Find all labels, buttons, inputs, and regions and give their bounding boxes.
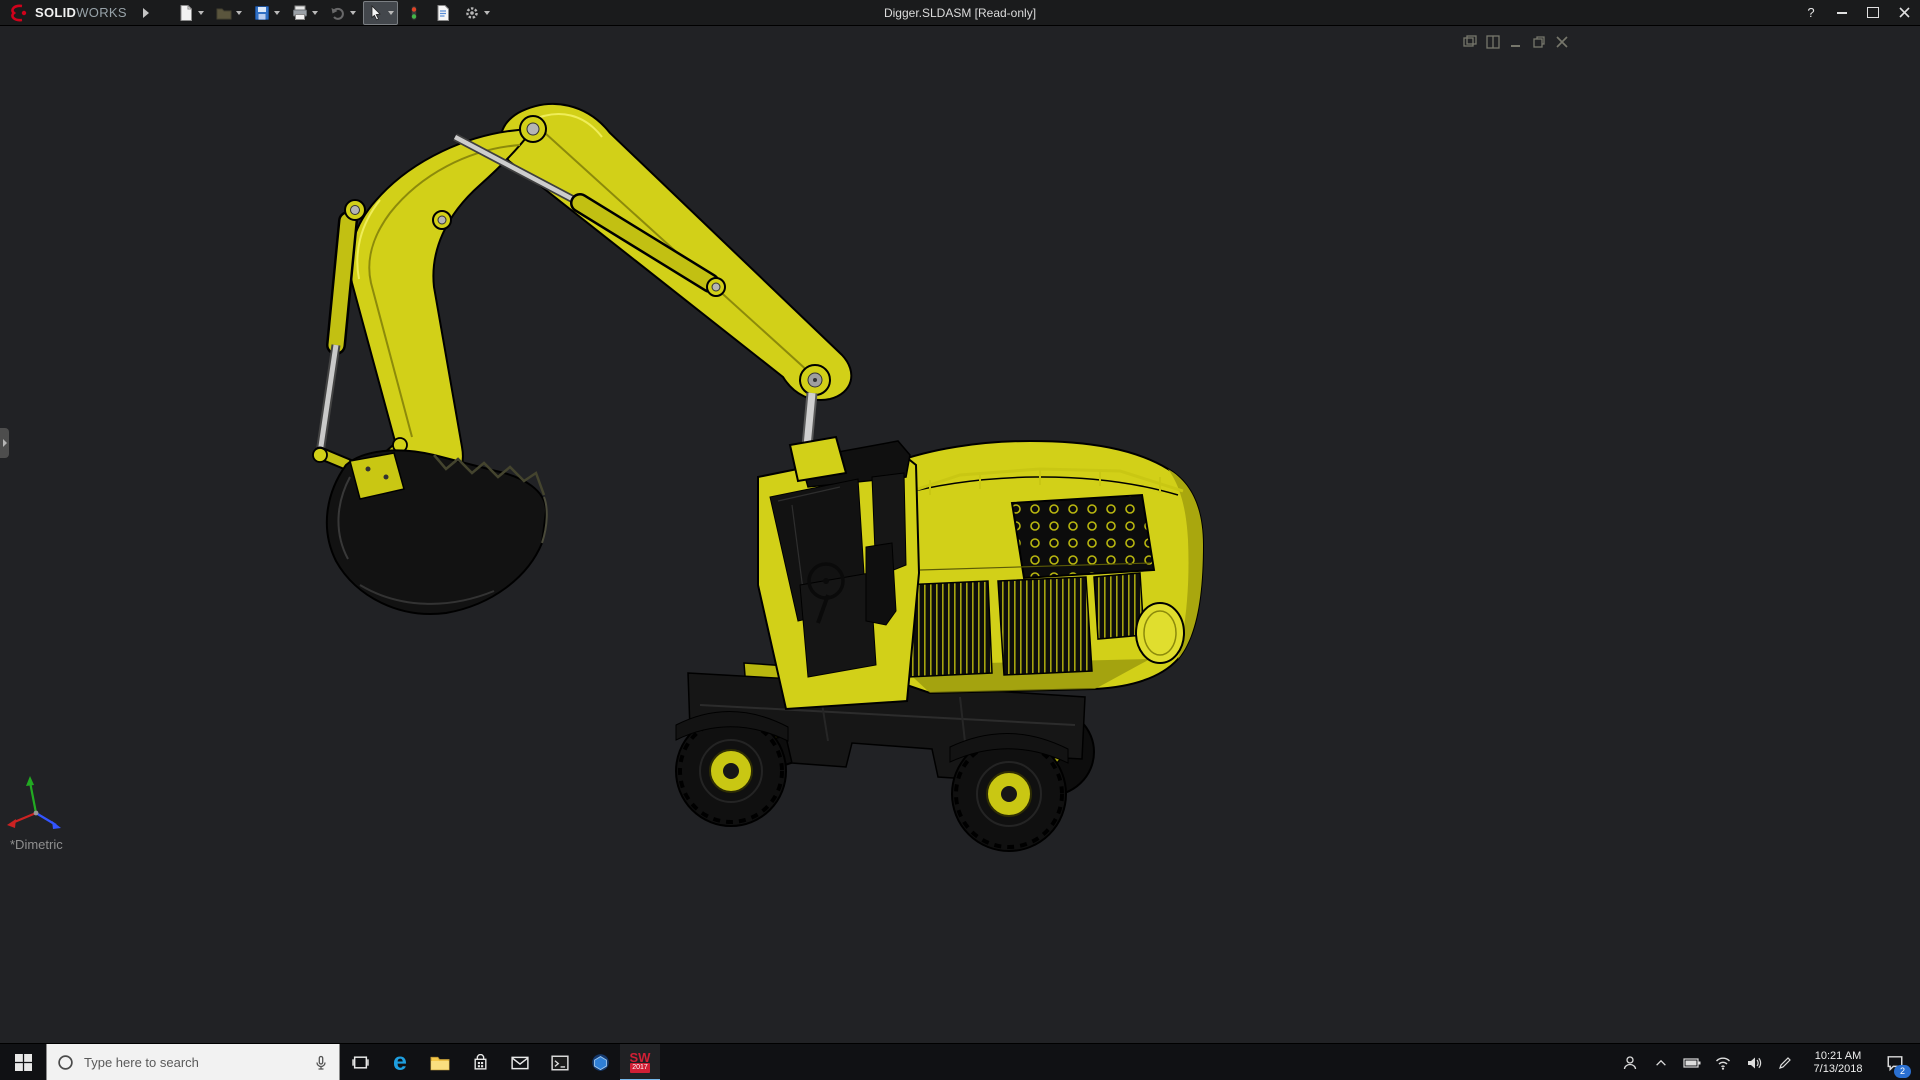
undo-icon	[331, 7, 344, 20]
doc-restore-icon[interactable]	[1531, 34, 1546, 49]
brand-works: WORKS	[76, 4, 127, 20]
taskbar: e	[0, 1043, 1920, 1080]
dropdown-arrow-icon[interactable]	[483, 10, 490, 15]
clock-date: 7/13/2018	[1813, 1062, 1863, 1075]
tray-chevron-up-icon[interactable]	[1652, 1054, 1670, 1072]
task-view-button[interactable]	[340, 1044, 380, 1080]
store-icon	[473, 1054, 487, 1070]
orientation-triad	[7, 776, 61, 829]
console-button[interactable]	[540, 1044, 580, 1080]
select-cursor-icon	[371, 4, 381, 20]
excavator-bucket[interactable]	[325, 449, 548, 615]
clock-time: 10:21 AM	[1814, 1049, 1862, 1062]
dropdown-arrow-icon[interactable]	[197, 10, 204, 15]
system-tray: 10:21 AM 7/13/2018 2	[1621, 1044, 1920, 1080]
dropdown-arrow-icon[interactable]	[387, 10, 394, 15]
undo-button[interactable]	[325, 1, 360, 25]
console-icon	[551, 1055, 569, 1070]
edge-icon: e	[393, 1048, 407, 1076]
doc-close-icon[interactable]	[1554, 34, 1569, 49]
excavator-body[interactable]	[891, 439, 1205, 695]
mail-button[interactable]	[500, 1044, 540, 1080]
solidworks-icon: SW 2017	[629, 1049, 651, 1073]
expand-arrow-icon	[2, 439, 7, 447]
dropdown-arrow-icon[interactable]	[235, 10, 242, 15]
menu-flyout-arrow-icon[interactable]	[142, 7, 149, 18]
main-toolbar	[173, 0, 494, 25]
task-view-icon	[351, 1056, 369, 1069]
people-icon[interactable]	[1621, 1054, 1639, 1072]
blue-cube-app-icon	[591, 1054, 609, 1071]
store-button[interactable]	[460, 1044, 500, 1080]
excavator-boom[interactable]	[312, 102, 853, 486]
close-button[interactable]	[1896, 5, 1912, 21]
new-document-icon	[180, 4, 192, 21]
new-window-icon[interactable]	[1462, 34, 1477, 49]
document-window-controls	[1462, 34, 1569, 49]
taskbar-clock[interactable]: 10:21 AM 7/13/2018	[1807, 1050, 1869, 1076]
file-properties-button[interactable]	[430, 1, 456, 25]
file-explorer-icon	[430, 1056, 450, 1070]
tile-windows-icon[interactable]	[1485, 34, 1500, 49]
minimize-button[interactable]	[1834, 5, 1850, 21]
view-orientation-label: *Dimetric	[10, 837, 63, 852]
microphone-icon[interactable]	[313, 1055, 329, 1071]
edge-button[interactable]: e	[380, 1044, 420, 1080]
search-input[interactable]	[82, 1054, 305, 1071]
save-button[interactable]	[249, 1, 284, 25]
feature-manager-collapsed-tab[interactable]	[0, 428, 9, 458]
brand-solid: SOLID	[35, 4, 77, 20]
titlebar: SOLIDWORKS Digger.SLDASM [Read-only] ?	[0, 0, 1920, 26]
rebuild-stoplight-icon	[410, 5, 417, 20]
battery-icon[interactable]	[1683, 1054, 1701, 1072]
print-button[interactable]	[287, 1, 322, 25]
doc-minimize-icon[interactable]	[1508, 34, 1523, 49]
file-properties-icon	[437, 4, 449, 21]
action-center-button[interactable]: 2	[1882, 1050, 1911, 1078]
volume-icon[interactable]	[1745, 1054, 1763, 1072]
dropdown-arrow-icon[interactable]	[311, 10, 318, 15]
solidworks-icon-label: SW	[629, 1049, 651, 1065]
save-icon	[254, 5, 269, 20]
rebuild-button[interactable]	[401, 1, 427, 25]
start-button[interactable]	[0, 1044, 46, 1080]
pen-icon[interactable]	[1776, 1054, 1794, 1072]
file-explorer-button[interactable]	[420, 1044, 460, 1080]
excavator-model[interactable]	[0, 25, 1920, 1043]
excavator-cab[interactable]	[757, 440, 921, 711]
mail-icon	[511, 1056, 529, 1069]
taskbar-search[interactable]	[46, 1044, 340, 1080]
dropdown-arrow-icon[interactable]	[349, 10, 356, 15]
options-gear-icon	[466, 6, 478, 19]
dassault-logo-icon	[11, 4, 27, 21]
window-title: Digger.SLDASM [Read-only]	[883, 6, 1037, 20]
graphics-viewport[interactable]: *Dimetric	[0, 25, 1920, 1043]
print-icon	[292, 5, 307, 20]
window-controls: ?	[1803, 0, 1912, 25]
new-document-button[interactable]	[173, 1, 208, 25]
solidworks-brand: SOLIDWORKS	[0, 4, 127, 22]
open-button[interactable]	[211, 1, 246, 25]
desktop: SOLIDWORKS Digger.SLDASM [Read-only] ? *…	[0, 0, 1920, 1080]
select-tool-button[interactable]	[362, 0, 398, 25]
solidworks-icon-year: 2017	[630, 1062, 650, 1073]
solidworks-app-button[interactable]: SW 2017	[620, 1044, 660, 1080]
network-icon[interactable]	[1714, 1054, 1732, 1072]
cortana-icon	[58, 1055, 73, 1070]
help-button[interactable]: ?	[1803, 5, 1819, 21]
open-folder-icon	[216, 8, 232, 19]
dropdown-arrow-icon[interactable]	[273, 10, 280, 15]
maximize-button[interactable]	[1865, 5, 1881, 21]
windows-logo-icon	[14, 1054, 32, 1071]
blue-cube-app-button[interactable]	[580, 1044, 620, 1080]
notification-badge: 2	[1894, 1064, 1911, 1078]
options-button[interactable]	[459, 1, 494, 25]
